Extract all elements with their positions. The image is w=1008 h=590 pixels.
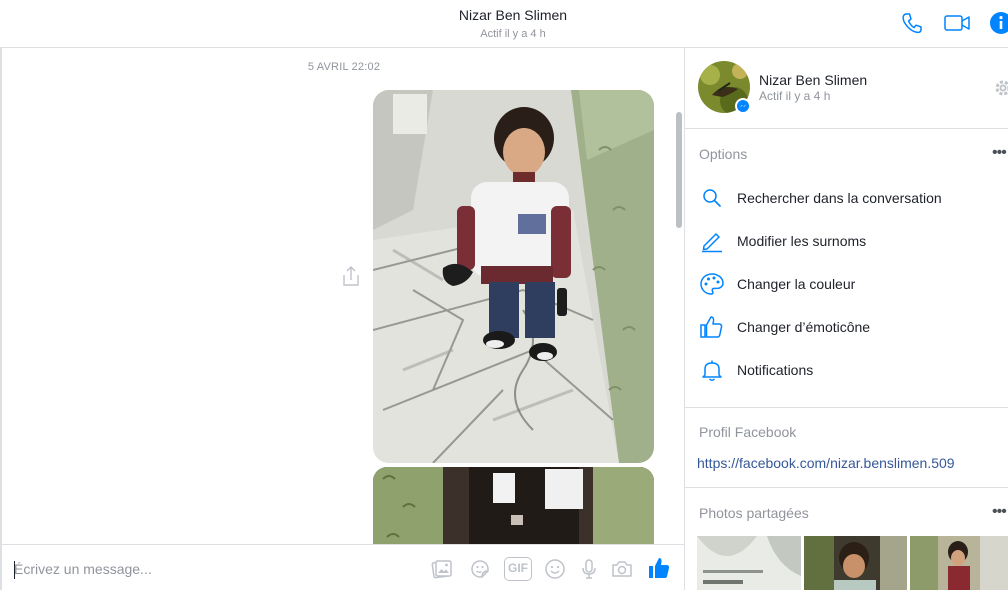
shared-photo-thumbnail[interactable] bbox=[910, 536, 1008, 590]
conversation-info-panel: Nizar Ben Slimen Actif il y a 4 h Option… bbox=[684, 48, 1008, 590]
camera-icon[interactable] bbox=[610, 557, 634, 581]
microphone-icon[interactable] bbox=[577, 557, 601, 581]
options-more-icon[interactable]: ••• bbox=[992, 144, 1007, 162]
text-caret bbox=[14, 561, 15, 579]
profile-section-title: Profil Facebook bbox=[699, 424, 797, 440]
pencil-icon bbox=[702, 233, 722, 253]
phone-icon[interactable] bbox=[899, 10, 925, 36]
conversation-header: Nizar Ben Slimen Actif il y a 4 h bbox=[0, 0, 1008, 48]
option-label: Notifications bbox=[737, 362, 814, 378]
option-edit-nicknames[interactable]: Modifier les surnoms bbox=[699, 225, 999, 257]
photo-boy-in-hallway bbox=[373, 90, 654, 463]
shared-photo-boy-green bbox=[804, 536, 907, 590]
date-divider: 5 AVRIL 22:02 bbox=[307, 61, 381, 73]
profile-header: Nizar Ben Slimen Actif il y a 4 h bbox=[685, 48, 1008, 129]
photos-more-icon[interactable]: ••• bbox=[992, 503, 1007, 521]
option-label: Changer d’émoticône bbox=[737, 319, 871, 335]
photo-message[interactable] bbox=[373, 467, 654, 544]
palette-icon bbox=[700, 273, 724, 295]
message-composer: GIF bbox=[2, 544, 684, 590]
video-camera-icon[interactable] bbox=[943, 10, 971, 36]
shared-photo-thumbnail[interactable] bbox=[697, 536, 801, 590]
contact-status: Actif il y a 4 h bbox=[480, 28, 546, 40]
emoji-icon[interactable] bbox=[543, 557, 567, 581]
search-icon bbox=[703, 189, 721, 207]
options-section-title: Options bbox=[699, 146, 748, 162]
gear-icon[interactable] bbox=[993, 78, 1008, 98]
option-label: Rechercher dans la conversation bbox=[737, 190, 942, 206]
option-change-color[interactable]: Changer la couleur bbox=[699, 268, 999, 300]
shared-photo-boy-hallway bbox=[910, 536, 1008, 590]
option-notifications[interactable]: Notifications bbox=[699, 354, 999, 386]
message-list[interactable]: 5 AVRIL 22:02 bbox=[2, 48, 684, 544]
profile-link[interactable]: https://facebook.com/nizar.benslimen.509 bbox=[697, 455, 955, 471]
thumbs-up-icon[interactable] bbox=[646, 555, 672, 581]
option-search-conversation[interactable]: Rechercher dans la conversation bbox=[699, 182, 999, 214]
divider bbox=[685, 487, 1008, 488]
contact-name[interactable]: Nizar Ben Slimen bbox=[0, 7, 1008, 23]
shared-photo-document bbox=[697, 536, 801, 590]
bell-icon bbox=[702, 360, 722, 381]
shared-photo-thumbnail[interactable] bbox=[804, 536, 907, 590]
thumbs-up-icon bbox=[700, 316, 723, 338]
message-input[interactable] bbox=[14, 557, 414, 581]
photo-doorway bbox=[373, 467, 654, 544]
divider bbox=[685, 407, 1008, 408]
conversation-scrollbar[interactable] bbox=[676, 112, 682, 228]
photo-message[interactable] bbox=[373, 90, 654, 463]
messenger-badge-icon bbox=[735, 98, 751, 114]
gallery-icon[interactable] bbox=[430, 557, 454, 581]
profile-name[interactable]: Nizar Ben Slimen bbox=[759, 72, 867, 88]
option-change-emoji[interactable]: Changer d’émoticône bbox=[699, 311, 999, 343]
info-icon[interactable] bbox=[988, 10, 1008, 36]
profile-status: Actif il y a 4 h bbox=[759, 89, 831, 103]
gif-icon[interactable]: GIF bbox=[504, 557, 532, 581]
share-icon[interactable] bbox=[340, 264, 362, 288]
sticker-icon[interactable] bbox=[468, 557, 492, 581]
option-label: Changer la couleur bbox=[737, 276, 856, 292]
option-label: Modifier les surnoms bbox=[737, 233, 867, 249]
photos-section-title: Photos partagées bbox=[699, 505, 809, 521]
